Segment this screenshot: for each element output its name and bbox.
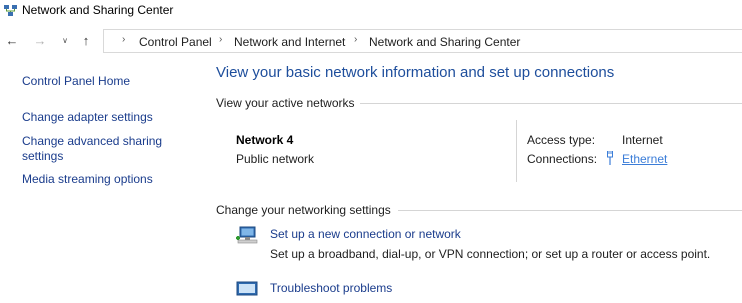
task-setup-new-connection-description: Set up a broadband, dial-up, or VPN conn… [270,247,711,261]
sidebar-item-control-panel-home[interactable]: Control Panel Home [22,74,130,89]
forward-arrow-icon[interactable]: → [32,33,48,49]
up-arrow-icon[interactable]: ↑ [78,33,94,49]
title-bar: Network and Sharing Center [0,0,742,24]
ethernet-link[interactable]: Ethernet [622,152,667,166]
breadcrumb-separator-icon[interactable]: › [219,34,222,45]
network-sharing-icon [4,5,17,16]
breadcrumb-separator-icon[interactable]: › [122,34,125,45]
breadcrumb-control-panel[interactable]: Control Panel [139,35,212,49]
page-title: View your basic network information and … [216,64,615,81]
active-networks-header: View your active networks [216,96,355,110]
window-title: Network and Sharing Center [22,3,174,17]
vertical-divider [516,120,517,182]
chevron-down-icon[interactable]: ∨ [57,33,73,49]
ethernet-icon [607,151,613,165]
sidebar-item-change-advanced-sharing[interactable]: Change advanced sharing [22,134,162,149]
back-arrow-icon[interactable]: ← [4,33,20,49]
breadcrumb-network-internet[interactable]: Network and Internet [234,35,345,49]
networking-settings-header: Change your networking settings [216,203,391,217]
breadcrumb-network-sharing-center[interactable]: Network and Sharing Center [369,35,520,49]
sidebar-item-change-adapter-settings[interactable]: Change adapter settings [22,110,153,125]
task-troubleshoot-link[interactable]: Troubleshoot problems [270,281,392,295]
network-type[interactable]: Public network [236,152,314,166]
divider [398,210,742,211]
sidebar-item-change-advanced-sharing-cont[interactable]: settings [22,149,63,164]
access-type-label: Access type: [527,133,596,147]
breadcrumb-separator-icon[interactable]: › [354,34,357,45]
access-type-value: Internet [622,133,663,147]
task-setup-new-connection-link[interactable]: Set up a new connection or network [270,227,461,241]
network-name: Network 4 [236,133,294,147]
divider [360,103,742,104]
connections-label: Connections: [527,152,598,166]
troubleshoot-icon [236,281,258,296]
address-bar[interactable]: › Control Panel › Network and Internet ›… [103,29,742,53]
new-connection-icon [236,226,258,244]
sidebar-item-media-streaming[interactable]: Media streaming options [22,172,153,187]
navigation-bar: ← → ∨ ↑ › Control Panel › Network and In… [0,28,742,56]
